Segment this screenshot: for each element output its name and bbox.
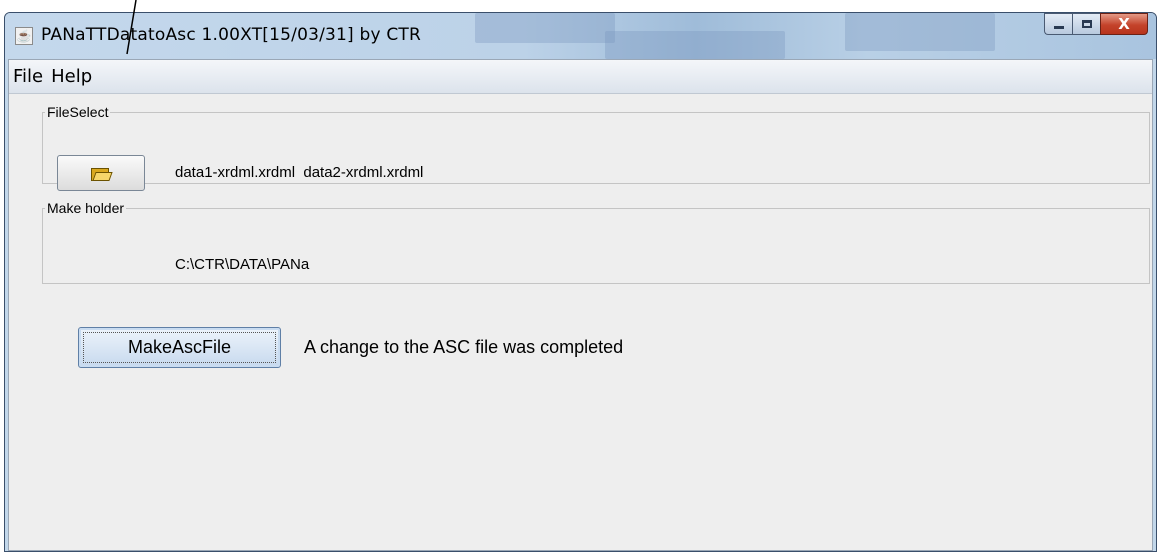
make-asc-file-button[interactable]: MakeAscFile — [78, 327, 281, 368]
focus-ring — [83, 332, 276, 363]
holder-path-text: C:\CTR\DATA\PANa — [175, 256, 310, 273]
minimize-button[interactable] — [1044, 13, 1072, 35]
status-message: A change to the ASC file was completed — [304, 337, 624, 357]
maximize-icon — [1081, 20, 1092, 28]
client-area: File Help FileSelect data1-xrdml.xrdml d… — [8, 59, 1153, 551]
menu-bar: File Help — [9, 60, 1152, 94]
selected-files-text: data1-xrdml.xrdml data2-xrdml.xrdml — [175, 164, 424, 181]
close-button[interactable]: X — [1100, 13, 1148, 35]
menu-help[interactable]: Help — [51, 66, 92, 87]
maximize-button[interactable] — [1072, 13, 1100, 35]
close-icon: X — [1118, 15, 1130, 33]
file-select-legend: FileSelect — [47, 104, 109, 120]
window-title: PANaTTDatatoAsc 1.00XT[15/03/31] by CTR — [41, 25, 422, 45]
minimize-icon — [1053, 25, 1064, 29]
title-bar[interactable]: ☕ PANaTTDatatoAsc 1.00XT[15/03/31] by CT… — [5, 13, 1156, 59]
open-file-button[interactable] — [57, 155, 145, 191]
open-folder-icon — [91, 166, 113, 181]
make-holder-legend: Make holder — [47, 200, 125, 216]
app-window: ☕ PANaTTDatatoAsc 1.00XT[15/03/31] by CT… — [4, 12, 1157, 552]
java-icon[interactable]: ☕ — [15, 27, 33, 45]
menu-file[interactable]: File — [13, 66, 43, 87]
window-controls: X — [1044, 13, 1148, 35]
